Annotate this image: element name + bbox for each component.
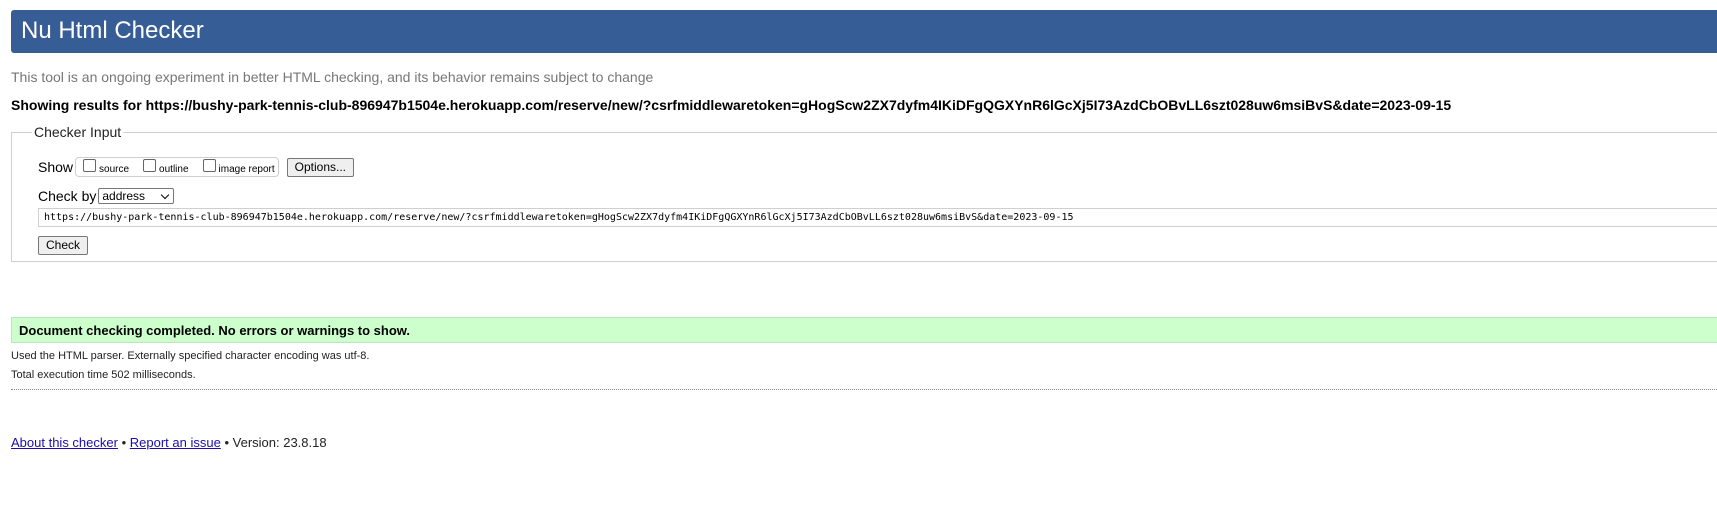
show-option-source[interactable]: source	[79, 159, 129, 175]
show-row: Show source outline image report Options…	[38, 157, 355, 177]
url-input[interactable]: https://bushy-park-tennis-club-896947b15…	[38, 208, 1717, 227]
check-by-label: Check by	[38, 188, 97, 204]
success-message: Document checking completed. No errors o…	[19, 323, 411, 338]
version-text: Version: 23.8.18	[232, 435, 327, 450]
execution-time: Total execution time 502 milliseconds.	[11, 369, 196, 381]
page-title: Nu Html Checker	[21, 17, 204, 44]
chevron-down-icon	[161, 190, 170, 199]
check-by-select[interactable]: address	[98, 188, 175, 204]
parser-info: Used the HTML parser. Externally specifi…	[11, 350, 370, 362]
footer-separator-2: •	[224, 435, 230, 450]
show-option-image-report[interactable]: image report	[199, 159, 275, 175]
options-button[interactable]: Options...	[286, 157, 355, 177]
check-by-row: Check by address	[38, 188, 175, 204]
show-options-group: source outline image report	[75, 157, 279, 177]
dotted-divider	[11, 389, 1717, 390]
checker-input-legend: Checker Input	[34, 124, 122, 140]
footer: About this checker • Report an issue • V…	[11, 435, 327, 450]
showing-results-heading: Showing results for https://bushy-park-t…	[11, 97, 1452, 113]
outline-checkbox[interactable]	[143, 159, 157, 172]
page-header: Nu Html Checker	[11, 10, 1717, 53]
show-label: Show	[38, 159, 74, 175]
show-option-outline[interactable]: outline	[139, 159, 189, 175]
about-checker-link[interactable]: About this checker	[11, 435, 118, 450]
footer-separator: •	[121, 435, 127, 450]
tagline: This tool is an ongoing experiment in be…	[11, 69, 654, 85]
source-checkbox[interactable]	[83, 159, 97, 172]
success-banner: Document checking completed. No errors o…	[11, 317, 1717, 343]
checker-input-fieldset: Checker Input	[11, 124, 1717, 262]
report-issue-link[interactable]: Report an issue	[130, 435, 221, 450]
image-report-checkbox[interactable]	[202, 159, 216, 172]
check-button[interactable]: Check	[38, 236, 89, 255]
